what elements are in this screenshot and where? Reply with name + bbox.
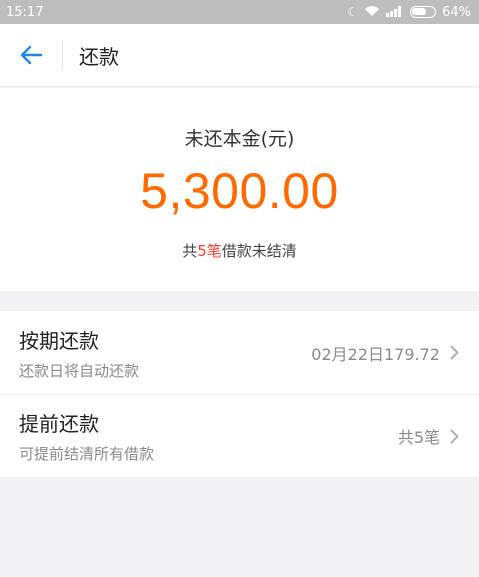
wifi-icon bbox=[364, 5, 380, 19]
item-right: 02月22日179.72 bbox=[311, 341, 459, 365]
moon-icon: ☾ bbox=[347, 5, 359, 19]
status-indicators: ☾ 64% bbox=[347, 5, 471, 20]
outstanding-summary: 未还本金(元) 5,300.00 共5笔借款未结清 bbox=[0, 88, 479, 291]
app-bar: 还款 bbox=[0, 24, 479, 87]
outstanding-amount: 5,300.00 bbox=[140, 163, 339, 219]
status-bar: 15:17 ☾ 64% bbox=[0, 0, 479, 24]
item-subtitle: 还款日将自动还款 bbox=[19, 361, 140, 380]
note-prefix: 共 bbox=[182, 242, 198, 260]
item-text: 提前还款 可提前结清所有借款 bbox=[19, 408, 154, 464]
item-value: 共5笔 bbox=[397, 428, 440, 447]
battery-icon bbox=[410, 6, 437, 18]
item-title: 按期还款 bbox=[19, 328, 99, 353]
note-suffix: 借款未结清 bbox=[221, 242, 297, 260]
repay-options-list: 按期还款 还款日将自动还款 02月22日179.72 提前还款 可提前结清所有借… bbox=[0, 311, 479, 477]
back-button[interactable] bbox=[0, 24, 62, 87]
header-divider bbox=[62, 40, 63, 70]
item-text: 按期还款 还款日将自动还款 bbox=[19, 325, 139, 381]
summary-label: 未还本金(元) bbox=[184, 128, 295, 150]
item-right: 共5笔 bbox=[398, 424, 459, 448]
chevron-right-icon bbox=[450, 345, 459, 360]
battery-percent: 64% bbox=[442, 4, 471, 20]
early-repay-item[interactable]: 提前还款 可提前结清所有借款 共5笔 bbox=[0, 394, 479, 477]
battery-fill bbox=[412, 8, 426, 15]
status-time: 15:17 bbox=[6, 4, 44, 20]
loan-count: 5笔 bbox=[197, 242, 222, 260]
item-subtitle: 可提前结清所有借款 bbox=[19, 445, 155, 463]
signal-icon bbox=[386, 5, 404, 19]
page-title: 还款 bbox=[79, 44, 119, 69]
chevron-right-icon bbox=[450, 429, 459, 443]
loan-count-note: 共5笔借款未结清 bbox=[0, 240, 479, 261]
item-value: 02月22日179.72 bbox=[311, 344, 440, 364]
scheduled-repay-item[interactable]: 按期还款 还款日将自动还款 02月22日179.72 bbox=[0, 311, 479, 394]
item-title: 提前还款 bbox=[19, 412, 99, 436]
arrow-left-icon bbox=[20, 45, 43, 65]
